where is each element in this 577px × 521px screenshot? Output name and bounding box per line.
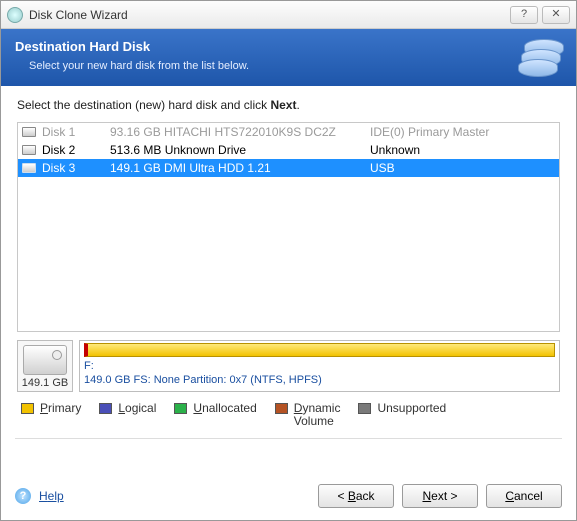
titlebar: Disk Clone Wizard ? ✕ xyxy=(1,1,576,29)
separator xyxy=(15,438,562,439)
disks-icon xyxy=(518,39,564,77)
disk-capacity: 149.1 GB xyxy=(20,377,70,389)
close-window-button[interactable]: ✕ xyxy=(542,6,570,24)
wizard-window: Disk Clone Wizard ? ✕ Destination Hard D… xyxy=(0,0,577,521)
disk-icon xyxy=(22,127,36,137)
help-window-button[interactable]: ? xyxy=(510,6,538,24)
back-button[interactable]: < Back xyxy=(318,484,394,508)
legend-unsupported-label: Unsupported xyxy=(377,402,446,415)
disk-list[interactable]: Disk 1 93.16 GB HITACHI HTS722010K9S DC2… xyxy=(17,122,560,332)
partition-bar xyxy=(84,343,555,357)
disk-desc: 513.6 MB Unknown Drive xyxy=(110,143,370,157)
window-title: Disk Clone Wizard xyxy=(29,8,506,22)
help-icon[interactable]: ? xyxy=(15,488,31,504)
legend: Primary Logical Unallocated DynamicVolum… xyxy=(1,392,576,434)
disk-name: Disk 1 xyxy=(42,125,110,139)
swatch-primary xyxy=(21,403,34,414)
legend-unsupported: Unsupported xyxy=(358,402,446,415)
swatch-unsupported xyxy=(358,403,371,414)
footer: ? Help < Back Next > Cancel xyxy=(1,474,576,520)
partition-fs-line: 149.0 GB FS: None Partition: 0x7 (NTFS, … xyxy=(84,373,555,387)
banner-subtext: Select your new hard disk from the list … xyxy=(29,60,562,72)
partition-drive-letter: F: xyxy=(84,359,555,373)
swatch-unallocated xyxy=(174,403,187,414)
partition-box[interactable]: F: 149.0 GB FS: None Partition: 0x7 (NTF… xyxy=(79,340,560,392)
help-link[interactable]: Help xyxy=(39,489,64,503)
disk-thumbnail: 149.1 GB xyxy=(17,340,73,392)
disk-interface: Unknown xyxy=(370,143,555,157)
next-button[interactable]: Next > xyxy=(402,484,478,508)
disk-name: Disk 2 xyxy=(42,143,110,157)
disk-row[interactable]: Disk 2 513.6 MB Unknown Drive Unknown xyxy=(18,141,559,159)
cancel-button[interactable]: Cancel xyxy=(486,484,562,508)
partition-detail: 149.1 GB F: 149.0 GB FS: None Partition:… xyxy=(17,340,560,392)
disk-desc: 93.16 GB HITACHI HTS722010K9S DC2Z xyxy=(110,125,370,139)
legend-logical: Logical xyxy=(99,402,156,415)
legend-dynamic-label: ynamic xyxy=(302,401,340,415)
legend-logical-label: ogical xyxy=(125,401,156,415)
app-icon xyxy=(7,7,23,23)
banner: Destination Hard Disk Select your new ha… xyxy=(1,29,576,86)
disk-icon xyxy=(22,163,36,173)
legend-primary-label: rimary xyxy=(48,401,81,415)
swatch-dynamic xyxy=(275,403,288,414)
legend-unallocated-label: nallocated xyxy=(202,401,257,415)
legend-dynamic: DynamicVolume xyxy=(275,402,341,428)
disk-row[interactable]: Disk 3 149.1 GB DMI Ultra HDD 1.21 USB xyxy=(18,159,559,177)
legend-unallocated: Unallocated xyxy=(174,402,256,415)
disk-icon xyxy=(22,145,36,155)
banner-heading: Destination Hard Disk xyxy=(15,39,562,54)
disk-name: Disk 3 xyxy=(42,161,110,175)
disk-interface: IDE(0) Primary Master xyxy=(370,125,555,139)
swatch-logical xyxy=(99,403,112,414)
hdd-icon xyxy=(23,345,67,375)
disk-interface: USB xyxy=(370,161,555,175)
disk-row[interactable]: Disk 1 93.16 GB HITACHI HTS722010K9S DC2… xyxy=(18,123,559,141)
disk-desc: 149.1 GB DMI Ultra HDD 1.21 xyxy=(110,161,370,175)
instruction-text: Select the destination (new) hard disk a… xyxy=(1,86,576,122)
legend-primary: Primary xyxy=(21,402,81,415)
